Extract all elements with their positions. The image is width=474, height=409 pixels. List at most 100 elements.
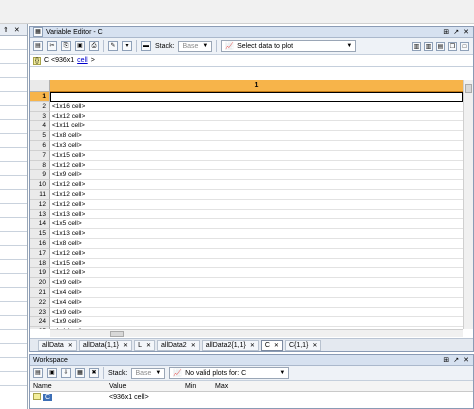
row-header[interactable]: 15: [30, 229, 50, 239]
new-variable-icon[interactable]: ▤: [33, 41, 43, 51]
open-icon[interactable]: ▣: [47, 368, 57, 378]
left-panel-row[interactable]: [0, 106, 27, 120]
variable-name[interactable]: C: [43, 393, 53, 401]
left-panel-row[interactable]: [0, 204, 27, 218]
column-min[interactable]: Min: [182, 383, 212, 390]
new-variable-icon[interactable]: ▤: [33, 368, 43, 378]
left-panel-row[interactable]: [0, 50, 27, 64]
table-cell[interactable]: <1x9 cell>: [50, 170, 463, 181]
left-panel-row[interactable]: [0, 64, 27, 78]
tile-icon[interactable]: ▥: [412, 41, 421, 51]
row-header[interactable]: 5: [30, 131, 50, 141]
maximize-icon[interactable]: □: [460, 41, 469, 51]
table-cell[interactable]: [50, 92, 463, 102]
left-panel-row[interactable]: [0, 274, 27, 288]
left-panel-row[interactable]: [0, 120, 27, 134]
row-header[interactable]: 16: [30, 238, 50, 249]
left-panel-row[interactable]: [0, 134, 27, 148]
variable-tab[interactable]: allData ✕: [38, 339, 77, 351]
delete-icon[interactable]: ▬: [141, 41, 151, 51]
column-name[interactable]: Name: [30, 383, 106, 390]
row-header[interactable]: 6: [30, 140, 50, 151]
cut-icon[interactable]: ✂: [47, 41, 57, 51]
left-panel-row[interactable]: [0, 330, 27, 344]
row-header[interactable]: 22: [30, 297, 50, 308]
variable-tab[interactable]: allData{1,1} ✕: [78, 339, 133, 351]
grid-corner[interactable]: [30, 80, 50, 92]
left-panel-row[interactable]: [0, 344, 27, 358]
table-cell[interactable]: <1x13 cell>: [50, 229, 463, 239]
workspace-row[interactable]: C <936x1 cell>: [30, 392, 473, 402]
row-header[interactable]: 7: [30, 150, 50, 161]
row-header[interactable]: 19: [30, 268, 50, 279]
close-icon[interactable]: ✕: [146, 342, 151, 349]
scroll-thumb[interactable]: [110, 331, 124, 337]
table-cell[interactable]: <1x9 cell>: [50, 317, 463, 328]
left-panel-row[interactable]: [0, 148, 27, 162]
column-value[interactable]: Value: [106, 383, 182, 390]
brush-icon[interactable]: ✎: [108, 41, 118, 51]
vertical-scrollbar[interactable]: [463, 80, 473, 329]
row-header[interactable]: 4: [30, 121, 50, 132]
variable-tab[interactable]: C ✕: [260, 339, 283, 351]
row-header[interactable]: 25: [30, 327, 50, 329]
table-cell[interactable]: <1x9 cell>: [50, 278, 463, 288]
variable-tab[interactable]: C{1,1} ✕: [284, 339, 322, 351]
left-panel-row[interactable]: [0, 36, 27, 50]
table-cell[interactable]: <1x15 cell>: [50, 151, 463, 161]
horizontal-scrollbar[interactable]: [50, 329, 463, 337]
close-icon[interactable]: ✕: [14, 26, 20, 34]
variable-tab[interactable]: allData2{1,1} ✕: [201, 339, 259, 351]
row-header[interactable]: 3: [30, 111, 50, 122]
row-header[interactable]: 1: [30, 92, 50, 102]
row-header[interactable]: 21: [30, 287, 50, 298]
row-header[interactable]: 13: [30, 209, 50, 220]
table-cell[interactable]: <1x5 cell>: [50, 219, 463, 230]
column-header[interactable]: 1: [50, 80, 463, 92]
table-cell[interactable]: <1x12 cell>: [50, 268, 463, 279]
left-panel-row[interactable]: [0, 246, 27, 260]
left-panel-row[interactable]: [0, 288, 27, 302]
table-cell[interactable]: <1x12 cell>: [50, 161, 463, 171]
table-cell[interactable]: <1x8 cell>: [50, 131, 463, 141]
table-cell[interactable]: <1x13 cell>: [50, 210, 463, 220]
table-cell[interactable]: <1x12 cell>: [50, 112, 463, 122]
close-icon[interactable]: ✕: [191, 342, 196, 349]
row-header[interactable]: 14: [30, 219, 50, 230]
left-panel-row[interactable]: [0, 176, 27, 190]
plot-selector[interactable]: 📈 No valid plots for: C ▼: [169, 367, 290, 379]
row-header[interactable]: 9: [30, 170, 50, 181]
copy-icon[interactable]: ⎘: [61, 41, 71, 51]
table-cell[interactable]: <1x16 cell>: [50, 102, 463, 112]
left-panel-row[interactable]: [0, 92, 27, 106]
left-panel-row[interactable]: [0, 232, 27, 246]
table-cell[interactable]: <1x8 cell>: [50, 239, 463, 249]
close-icon[interactable]: ✕: [463, 28, 469, 36]
tile-horizontal-icon[interactable]: ▤: [436, 41, 445, 51]
scroll-thumb[interactable]: [465, 84, 472, 93]
import-icon[interactable]: ⇩: [61, 368, 71, 378]
close-icon[interactable]: ✕: [274, 342, 279, 349]
table-cell[interactable]: <1x3 cell>: [50, 141, 463, 151]
left-panel-row[interactable]: [0, 218, 27, 232]
left-panel-row[interactable]: [0, 316, 27, 330]
row-header[interactable]: 11: [30, 189, 50, 200]
left-panel-row[interactable]: [0, 372, 27, 386]
path-type-link[interactable]: cell: [77, 57, 88, 64]
row-header[interactable]: 20: [30, 278, 50, 288]
tile-vertical-icon[interactable]: ▥: [424, 41, 433, 51]
table-cell[interactable]: <1x12 cell>: [50, 190, 463, 200]
table-cell[interactable]: <1x11 cell>: [50, 121, 463, 132]
row-header[interactable]: 8: [30, 160, 50, 171]
column-max[interactable]: Max: [212, 383, 242, 390]
table-cell[interactable]: <1x15 cell>: [50, 259, 463, 269]
left-panel-row[interactable]: [0, 260, 27, 274]
left-panel-row[interactable]: [0, 162, 27, 176]
left-panel-row[interactable]: [0, 190, 27, 204]
delete-icon[interactable]: ✖: [89, 368, 99, 378]
save-icon[interactable]: ▦: [75, 368, 85, 378]
variable-tab[interactable]: allData2 ✕: [157, 339, 200, 351]
stack-select[interactable]: Base ▼: [178, 40, 213, 52]
stack-select[interactable]: Base ▼: [131, 367, 166, 379]
variable-tab[interactable]: L ✕: [134, 339, 155, 351]
